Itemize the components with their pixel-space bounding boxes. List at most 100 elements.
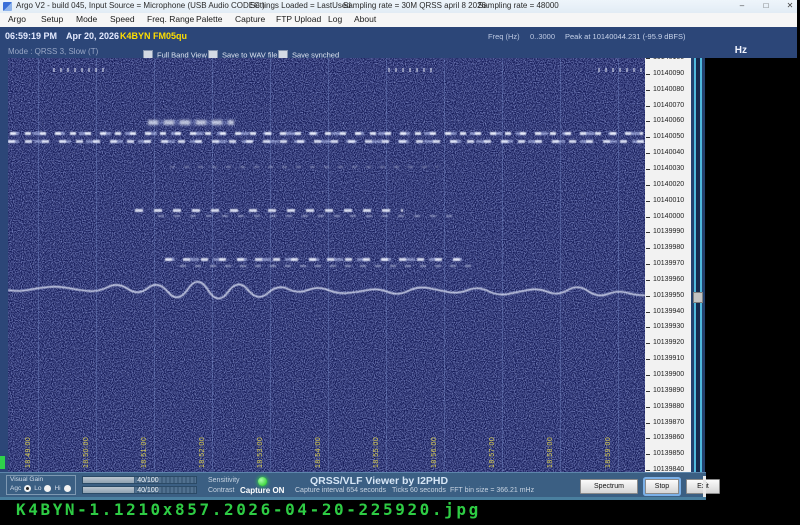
tick-time-label: 18:51:00 [141,436,148,468]
filename-caption: K4BYN-1.1210x857.2026-04-20-225920.jpg [16,500,481,519]
slider-fill [83,477,134,483]
signal-dots [598,68,644,72]
lo-radio[interactable] [44,485,52,492]
menu-item[interactable]: Palette [196,14,222,24]
tick-time-label: 18:59:00 [605,436,612,468]
hz-unit-label: Hz [734,45,747,56]
option-checkbox[interactable]: Save synched [278,46,339,60]
tick-time-label: 18:55:00 [373,436,380,468]
frequency-label: 10140010 [645,196,685,204]
signal-trace [180,265,478,267]
menu-item[interactable]: Argo [8,14,26,24]
contrast-slider[interactable]: 40/100 [82,486,197,494]
tick-line [560,58,561,472]
visual-gain-label: Visual Gain [10,476,44,483]
scrollbar-thumb[interactable] [693,292,703,303]
capture-interval: Capture interval 654 seconds [295,487,387,494]
stop-button[interactable]: Stop [645,479,679,494]
frequency-label: 10140090 [645,69,685,77]
signal-dots [53,68,105,72]
slider-fill [83,487,134,493]
signal-trace [170,166,438,168]
frequency-label: 10139970 [645,260,685,268]
frequency-label: 10139890 [645,386,685,394]
frequency-label: 10139860 [645,434,685,442]
frequency-label: 10139850 [645,450,685,458]
frequency-label: 10140020 [645,180,685,188]
frequency-scrollbar[interactable] [691,58,705,473]
signal-trace [10,132,643,135]
tick-time-label: 18:58:00 [547,436,554,468]
tick-time-label: 18:56:00 [431,436,438,468]
option-checkbox[interactable]: Save to WAV file [208,46,277,60]
mode-bar: Mode : QRSS 3, Slow (T) Full Band View Sa… [0,44,797,60]
frequency-label: 10140050 [645,133,685,141]
frequency-label: 10140070 [645,101,685,109]
clock-time: 06:59:19 PM [5,31,58,41]
freq-span-label: Freq (Hz) [488,32,520,41]
visual-gain-group: Visual Gain Agc Lo Hi [6,475,76,495]
time-tick: 18:58:00 [547,58,562,472]
tick-line [502,58,503,472]
frequency-label: 10139870 [645,418,685,426]
menu-item[interactable]: Freq. Range [147,14,194,24]
hi-radio-label: Hi [54,485,61,492]
tick-line [38,58,39,472]
time-tick: 18:50:00 [83,58,98,472]
fft-bin-readout: FFT bin size = 366.21 mHz [450,487,535,494]
minimize-button[interactable]: – [731,0,753,13]
menu-item[interactable]: Log [328,14,342,24]
app-icon [3,2,12,11]
capture-state: Capture ON [240,486,285,495]
time-tick: 18:49:00 [25,58,40,472]
frequency-label: 10140100 [645,58,684,61]
tick-time-label: 18:50:00 [83,436,90,468]
callsign-grid: K4BYN FM05qu [120,31,188,41]
close-button[interactable]: ✕ [779,0,800,13]
hi-radio[interactable] [63,485,71,492]
menu-item[interactable]: Capture [235,14,265,24]
status-bar: 06:59:19 PM Apr 20, 2026 K4BYN FM05qu Fr… [0,27,797,44]
frequency-label: 10140080 [645,85,685,93]
ticks-readout: Ticks 60 seconds [392,487,446,494]
window-title: Argo V2 - build 045, Input Source = Micr… [16,1,265,10]
frequency-label: 10139960 [645,275,685,283]
app-credit: QRSS/VLF Viewer by I2PHD [310,475,449,487]
signal-trace [8,140,645,143]
time-tick: 18:57:00 [489,58,504,472]
clock-date: Apr 20, 2026 [66,31,120,41]
status-green-marker [0,456,5,469]
sensitivity-label: Sensitivity [208,477,240,484]
menu-item[interactable]: FTP Upload [276,14,321,24]
tick-line [618,58,619,472]
tick-time-label: 18:52:00 [199,436,206,468]
sensitivity-value: 40/100 [137,477,159,484]
menu-item[interactable]: Speed [110,14,135,24]
menu-item[interactable]: About [354,14,376,24]
tick-time-label: 18:49:00 [25,436,32,468]
frequency-label: 10139990 [645,228,685,236]
menu-item[interactable]: Setup [41,14,63,24]
control-panel: Visual Gain Agc Lo Hi 40/100 40/100 Sens… [0,472,720,498]
signal-blob [148,120,234,125]
title-bar: Argo V2 - build 045, Input Source = Micr… [0,0,797,14]
maximize-button[interactable]: □ [755,0,777,13]
signal-trace [165,258,462,261]
contrast-value: 40/100 [137,487,159,494]
frequency-label: 10140040 [645,149,685,157]
frequency-label: 10139880 [645,402,685,410]
option-checkbox[interactable]: Full Band View [143,46,207,60]
argo-app-window: Argo V2 - build 045, Input Source = Micr… [0,0,800,525]
time-tick: 18:59:00 [605,58,620,472]
agc-radio[interactable] [24,485,32,492]
sampling-rate-status: Sampling rate = 48000 [478,1,559,10]
frequency-label: 10140030 [645,164,685,172]
frequency-label: 10139900 [645,371,685,378]
menu-item[interactable]: Mode [76,14,97,24]
frequency-label: 10139940 [645,307,685,315]
spectrum-button[interactable]: Spectrum [580,479,638,494]
tick-line [96,58,97,472]
sensitivity-slider[interactable]: 40/100 [82,476,197,484]
freq-span-value: 0..3000 [530,32,556,41]
frequency-label: 10139950 [645,291,685,299]
